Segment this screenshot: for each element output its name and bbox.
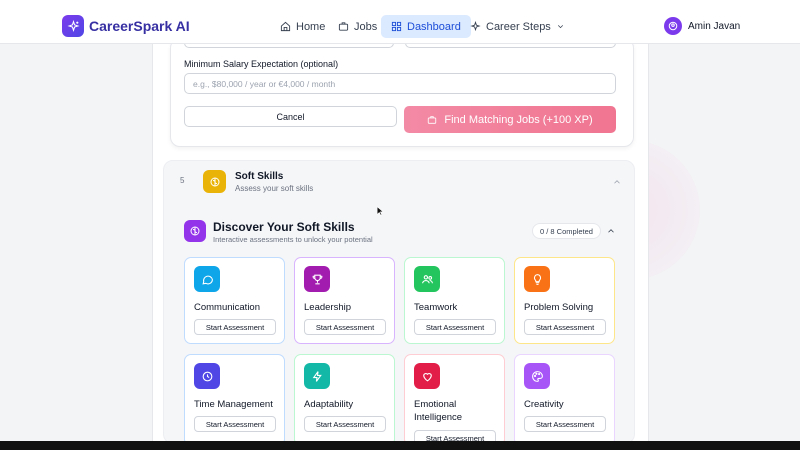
cancel-button[interactable]: Cancel — [184, 106, 397, 127]
palette-icon — [524, 363, 550, 389]
skill-card-adaptability[interactable]: Adaptability Start Assessment — [294, 354, 395, 446]
heart-icon — [414, 363, 440, 389]
salary-label: Minimum Salary Expectation (optional) — [184, 59, 339, 69]
users-icon — [414, 266, 440, 292]
start-assessment-button[interactable]: Start Assessment — [304, 319, 386, 335]
nav-dashboard[interactable]: Dashboard — [381, 15, 471, 38]
progress-badge: 0 / 8 Completed — [532, 223, 601, 239]
avatar[interactable] — [664, 17, 682, 35]
start-assessment-button[interactable]: Start Assessment — [524, 319, 606, 335]
trophy-icon — [304, 266, 330, 292]
skill-name: Creativity — [524, 399, 564, 410]
skill-card-emotional-intelligence[interactable]: Emotional Intelligence Start Assessment — [404, 354, 505, 446]
brain-icon — [203, 170, 226, 193]
chevron-up-icon[interactable] — [606, 226, 616, 236]
start-assessment-button[interactable]: Start Assessment — [304, 416, 386, 432]
skill-card-teamwork[interactable]: Teamwork Start Assessment — [404, 257, 505, 344]
skill-card-leadership[interactable]: Leadership Start Assessment — [294, 257, 395, 344]
skill-card-communication[interactable]: Communication Start Assessment — [184, 257, 285, 344]
nav-home[interactable]: Home — [270, 15, 335, 38]
lightbulb-icon — [524, 266, 550, 292]
skill-name: Adaptability — [304, 399, 354, 410]
briefcase-icon — [428, 115, 437, 124]
logo-icon[interactable] — [62, 15, 84, 37]
sparkle-icon — [470, 21, 481, 32]
nav-home-label: Home — [296, 20, 326, 33]
discover-subtitle: Interactive assessments to unlock your p… — [213, 235, 373, 244]
briefcase-icon — [338, 22, 349, 31]
discover-title: Discover Your Soft Skills — [213, 220, 355, 234]
chevron-down-icon — [557, 25, 563, 29]
top-nav: CareerSpark AI Home Jobs Dashboard Caree… — [0, 0, 800, 44]
home-icon — [280, 21, 291, 32]
start-assessment-button[interactable]: Start Assessment — [194, 319, 276, 335]
skill-name: Time Management — [194, 399, 273, 410]
skill-name: Problem Solving — [524, 302, 594, 313]
salary-input[interactable]: e.g., $80,000 / year or €4,000 / month — [184, 73, 616, 94]
brand-name[interactable]: CareerSpark AI — [89, 18, 190, 34]
chevron-up-icon[interactable] — [612, 177, 622, 187]
skill-name: Teamwork — [414, 302, 458, 313]
start-assessment-button[interactable]: Start Assessment — [414, 319, 496, 335]
skill-name: Leadership — [304, 302, 352, 313]
nav-jobs[interactable]: Jobs — [328, 15, 387, 38]
nav-career-steps-label: Career Steps — [486, 20, 551, 33]
bottom-bar — [0, 441, 800, 450]
user-name[interactable]: Amin Javan — [688, 21, 740, 32]
skill-card-creativity[interactable]: Creativity Start Assessment — [514, 354, 615, 446]
nav-jobs-label: Jobs — [354, 20, 378, 33]
step-number: 5 — [180, 176, 185, 185]
skill-name: Communication — [194, 302, 260, 313]
find-matching-jobs-label: Find Matching Jobs (+100 XP) — [444, 113, 593, 126]
chat-bubble-icon — [194, 266, 220, 292]
skill-card-problem-solving[interactable]: Problem Solving Start Assessment — [514, 257, 615, 344]
skill-card-time-management[interactable]: Time Management Start Assessment — [184, 354, 285, 446]
soft-skills-subtitle: Assess your soft skills — [235, 184, 314, 193]
nav-career-steps[interactable]: Career Steps — [460, 15, 575, 38]
soft-skills-title[interactable]: Soft Skills — [235, 171, 283, 182]
mouse-cursor-icon — [376, 206, 384, 216]
bolt-icon — [304, 363, 330, 389]
skill-name: Emotional Intelligence — [414, 399, 463, 423]
grid-icon — [391, 21, 402, 32]
clock-icon — [194, 363, 220, 389]
brain-icon — [184, 220, 206, 242]
find-matching-jobs-button[interactable]: Find Matching Jobs (+100 XP) — [404, 106, 616, 133]
user-icon — [668, 21, 678, 31]
nav-dashboard-label: Dashboard — [407, 20, 461, 33]
start-assessment-button[interactable]: Start Assessment — [524, 416, 606, 432]
start-assessment-button[interactable]: Start Assessment — [194, 416, 276, 432]
